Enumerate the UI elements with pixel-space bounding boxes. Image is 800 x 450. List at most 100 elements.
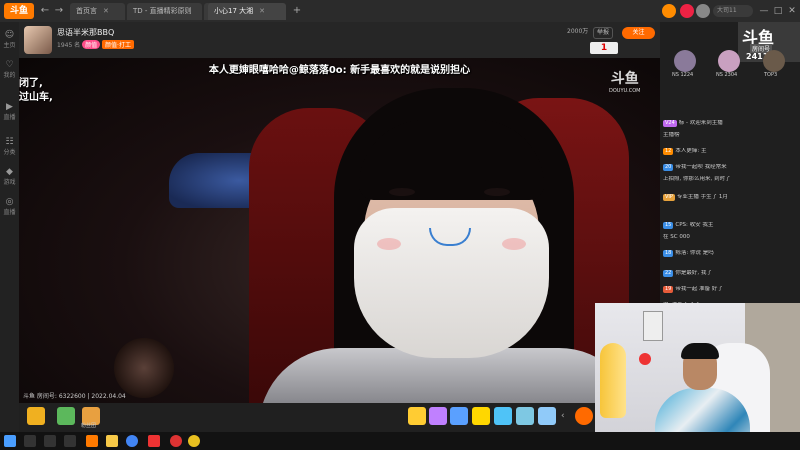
danmu-left-2: 过山车, <box>19 92 53 103</box>
tab-active[interactable]: 小心17 大湘 ✕ <box>208 3 286 20</box>
grid-icon: ☷ <box>5 137 14 147</box>
chat-line[interactable]: 22 你是最好, 我了 <box>663 270 798 277</box>
app-yellow-icon[interactable] <box>188 435 200 447</box>
follow-count: 1 <box>590 42 618 54</box>
level-badge: 15 <box>663 222 674 229</box>
rocket-icon[interactable] <box>575 407 593 425</box>
hot-count: 2000万 <box>567 28 589 35</box>
gift-item-4-icon[interactable] <box>472 407 490 425</box>
forward-button[interactable]: → <box>52 4 66 18</box>
netease-icon[interactable] <box>170 435 182 447</box>
tab-2[interactable]: TD - 直播精彩原则 <box>127 3 202 20</box>
gift-item-3-icon[interactable] <box>450 407 468 425</box>
tab-1[interactable]: 首页言 ✕ <box>70 3 125 20</box>
rank-3-avatar[interactable] <box>763 50 785 72</box>
sidebar-item-stream[interactable]: ◎ 直播 <box>2 197 17 216</box>
chat-text: 你是最好, 我了 <box>675 270 712 276</box>
chrome-icon[interactable] <box>126 435 138 447</box>
follow-button[interactable]: 关注 <box>622 27 655 39</box>
app-logo[interactable]: 斗鱼 <box>4 3 34 19</box>
new-tab-icon[interactable]: + <box>290 4 304 18</box>
gift-box-icon[interactable] <box>57 407 75 425</box>
gift-item-5-icon[interactable] <box>494 407 512 425</box>
user-avatar-icon[interactable] <box>662 4 676 18</box>
explorer-icon[interactable] <box>64 435 76 447</box>
room-meta: 1945 名 颜值 颜值·打工 <box>57 40 134 49</box>
chat-text: 鲸落: 你说 是吗 <box>675 250 714 256</box>
chat-line[interactable]: 15 CPS: 收安 我主 <box>663 222 798 229</box>
sidebar-item-live[interactable]: ▶ 直播 <box>2 102 17 121</box>
sidebar-item-label: 我的 <box>3 72 16 79</box>
rank-2-avatar[interactable] <box>718 50 740 72</box>
heart-icon: ♡ <box>5 60 14 70</box>
left-sidebar: ☺ 主页 ♡ 我的 ▶ 直播 ☷ 分类 ◆ 游戏 ◎ 直播 <box>0 22 19 432</box>
close-icon[interactable]: ✕ <box>259 7 265 15</box>
chat-line[interactable]: 20 带我一起呗 我经常来 <box>663 164 798 171</box>
chat-line[interactable]: 上拍照, 你那么用来, 到时了 <box>663 176 798 183</box>
douyu-taskbar-icon[interactable] <box>86 435 98 447</box>
chat-text: 本人更婶: 主 <box>675 148 707 154</box>
level-badge: 22 <box>663 270 674 277</box>
eye-right <box>484 188 510 196</box>
maximize-button[interactable]: □ <box>771 4 785 18</box>
room-title: 思语半米那BBQ <box>57 28 115 37</box>
cam-picture-frame <box>643 311 663 341</box>
folder-icon[interactable] <box>106 435 118 447</box>
chat-line[interactable]: 19 带我一起 准备 好了 <box>663 286 798 293</box>
chat-line[interactable]: 12 本人更婶: 主 <box>663 148 798 155</box>
video-player[interactable]: 本人更婶眼嘻哈哈@鲸落落0o: 新手最喜欢的就是说别担心 闭了, 过山车, 斗鱼… <box>19 58 660 403</box>
gift-item-7-icon[interactable] <box>538 407 556 425</box>
webcam-overlay[interactable] <box>595 303 800 450</box>
chat-line[interactable]: 在 SC 000 <box>663 234 798 241</box>
trophy-icon[interactable] <box>27 407 45 425</box>
diamond-icon: ◆ <box>6 167 13 177</box>
chat-text: 在 SC 000 <box>663 234 690 240</box>
sidebar-item-home[interactable]: ☺ 主页 <box>2 30 17 49</box>
tab-label: 小心17 大湘 <box>214 7 254 15</box>
rank-2-name: NS 2304 <box>716 72 738 78</box>
blush-left <box>377 238 401 250</box>
taskbar <box>0 432 800 450</box>
gift-item-1-icon[interactable] <box>408 407 426 425</box>
close-icon[interactable]: ✕ <box>103 7 109 15</box>
app-red-icon[interactable] <box>148 435 160 447</box>
chat-line[interactable]: VIP 专业主播 手生了 1月 <box>663 194 798 201</box>
search-icon[interactable] <box>24 435 36 447</box>
sidebar-item-mine[interactable]: ♡ 我的 <box>2 60 17 79</box>
gift-bar: 粉丝团 ‹ <box>19 403 660 432</box>
task-view-icon[interactable] <box>44 435 56 447</box>
category-badge[interactable]: 颜值 <box>82 40 101 49</box>
minimize-button[interactable]: — <box>757 4 771 18</box>
gift-item-6-icon[interactable] <box>516 407 534 425</box>
level-badge: V24 <box>663 120 677 127</box>
sidebar-item-label: 游戏 <box>3 179 16 186</box>
sidebar-item-game[interactable]: ◆ 游戏 <box>2 167 17 186</box>
tab-label: TD - 直播精彩原则 <box>133 7 192 15</box>
tag-badge[interactable]: 颜值·打工 <box>102 40 134 49</box>
level-badge: 20 <box>663 164 674 171</box>
level-badge: 18 <box>663 250 674 257</box>
chat-text: CPS: 收安 我主 <box>675 222 714 228</box>
chat-line[interactable]: 主播榜 <box>663 132 798 139</box>
watermark-text: 斗鱼 <box>610 71 639 87</box>
history-icon[interactable] <box>696 4 710 18</box>
gift-item-2-icon[interactable] <box>429 407 447 425</box>
blush-right <box>502 238 526 250</box>
chat-line[interactable]: V24 标 - 欢迎来到主播 <box>663 120 798 127</box>
windows-start-icon[interactable] <box>4 435 16 447</box>
rank-1-avatar[interactable] <box>674 50 696 72</box>
search-input[interactable]: 大司11 <box>713 5 753 17</box>
chat-text: 带我一起 准备 好了 <box>675 286 723 292</box>
cam-rocket-toy <box>600 343 626 418</box>
streamer-avatar[interactable] <box>24 26 52 54</box>
danmu-left-1: 闭了, <box>19 78 43 89</box>
sidebar-item-category[interactable]: ☷ 分类 <box>2 137 17 156</box>
target-icon: ◎ <box>5 197 14 207</box>
chevron-left-icon[interactable]: ‹ <box>561 411 565 421</box>
chat-line[interactable]: 18 鲸落: 你说 是吗 <box>663 250 798 257</box>
message-icon[interactable] <box>680 4 694 18</box>
close-button[interactable]: ✕ <box>785 4 799 18</box>
back-button[interactable]: ← <box>38 4 52 18</box>
sidebar-item-label: 直播 <box>3 114 16 121</box>
report-select[interactable]: 举报 <box>593 27 614 39</box>
